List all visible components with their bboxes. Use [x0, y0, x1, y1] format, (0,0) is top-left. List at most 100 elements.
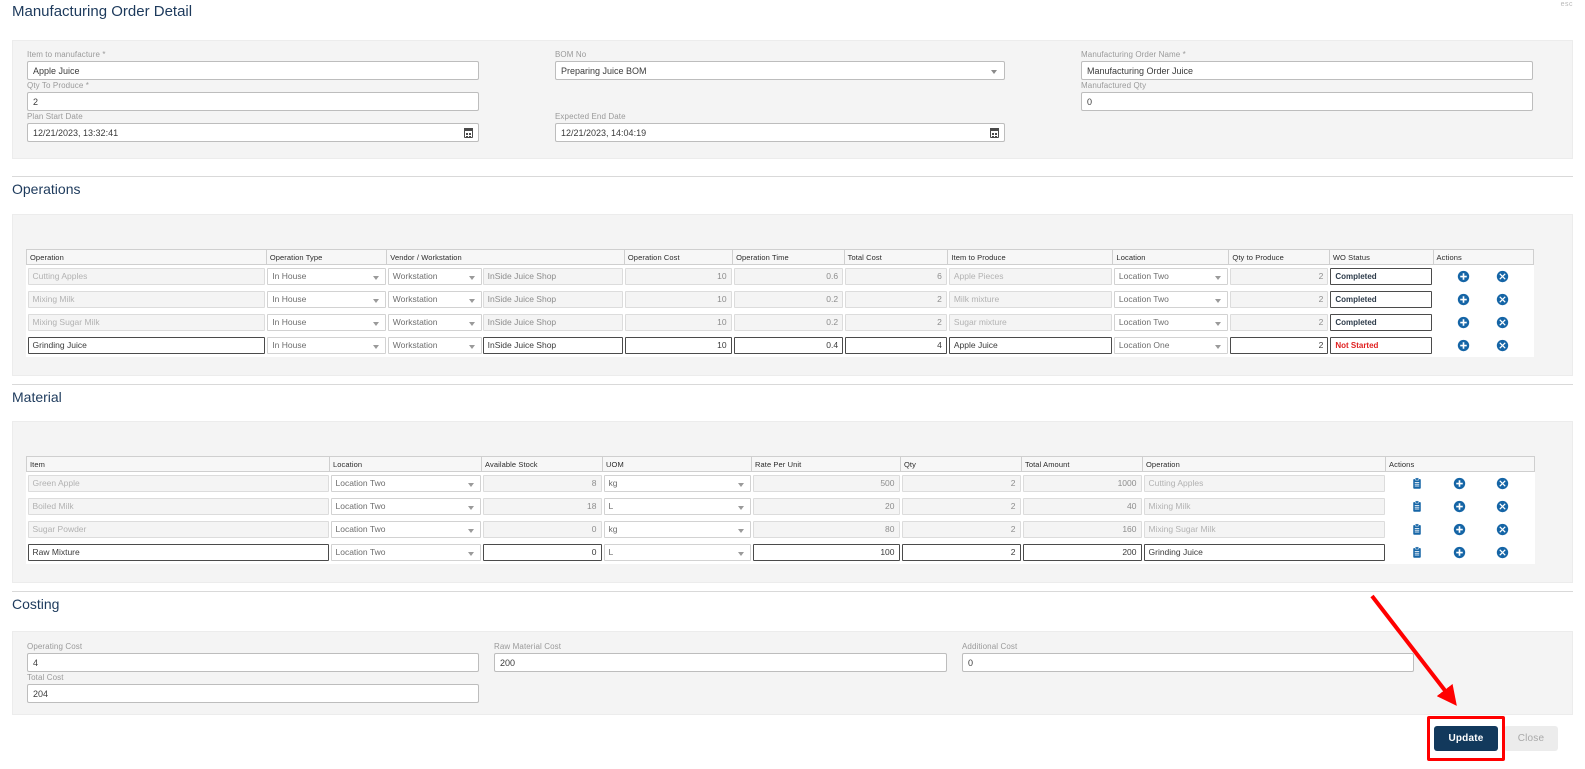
additional-cost-input[interactable]: 0	[962, 653, 1414, 672]
vendor-name-input[interactable]: InSide Juice Shop	[482, 313, 624, 331]
vendor-workstation-cell[interactable]: Workstation InSide Juice Shop	[387, 311, 625, 334]
calendar-icon[interactable]	[990, 128, 999, 138]
qty-input[interactable]: 2	[901, 495, 1022, 518]
total-cost-input[interactable]: 2	[844, 288, 948, 311]
total-cost-input[interactable]: 204	[27, 684, 479, 703]
rate-per-unit-input[interactable]: 100	[752, 541, 901, 564]
vendor-type-select[interactable]: Workstation	[387, 290, 482, 308]
remove-circle-icon[interactable]	[1496, 500, 1509, 513]
remove-circle-icon[interactable]	[1496, 523, 1509, 536]
clipboard-icon[interactable]	[1411, 523, 1424, 536]
total-amount-input[interactable]: 40	[1022, 495, 1143, 518]
total-amount-input[interactable]: 160	[1022, 518, 1143, 541]
vendor-workstation-cell[interactable]: Workstation InSide Juice Shop	[387, 288, 625, 311]
location-select[interactable]: Location Two	[1113, 265, 1229, 288]
close-button[interactable]: Close	[1504, 726, 1558, 751]
plan-start-date-input[interactable]: 12/21/2023, 13:32:41	[27, 123, 479, 142]
item-cell[interactable]: Sugar Powder	[27, 518, 330, 541]
operation-cost-input[interactable]: 10	[624, 334, 732, 357]
vendor-name-input[interactable]: InSide Juice Shop	[482, 290, 624, 308]
available-stock-input[interactable]: 18	[482, 495, 603, 518]
add-circle-icon[interactable]	[1457, 339, 1470, 352]
location-select[interactable]: Location Two	[1113, 311, 1229, 334]
add-circle-icon[interactable]	[1453, 500, 1466, 513]
clipboard-icon[interactable]	[1411, 500, 1424, 513]
operation-type-select[interactable]: In House	[266, 288, 386, 311]
remove-circle-icon[interactable]	[1496, 477, 1509, 490]
table-row[interactable]: Cutting Apples In House Workstation InSide …	[27, 265, 1534, 288]
update-button[interactable]: Update	[1434, 726, 1498, 751]
table-row[interactable]: Boiled Milk Location Two 18 L 20 2 40 Mixing Mi…	[27, 495, 1535, 518]
vendor-name-input[interactable]: InSide Juice Shop	[482, 267, 624, 285]
total-cost-input[interactable]: 4	[844, 334, 948, 357]
table-row[interactable]: Sugar Powder Location Two 0 kg 80 2 160 Mixing …	[27, 518, 1535, 541]
operation-cell[interactable]: Grinding Juice	[27, 334, 267, 357]
item-to-manufacture-input[interactable]: Apple Juice	[27, 61, 479, 80]
location-select[interactable]: Location One	[1113, 334, 1229, 357]
location-select[interactable]: Location Two	[330, 472, 482, 495]
vendor-type-select[interactable]: Workstation	[387, 336, 482, 354]
item-to-produce-input[interactable]: Apple Pieces	[948, 265, 1113, 288]
vendor-workstation-cell[interactable]: Workstation InSide Juice Shop	[387, 265, 625, 288]
operation-cell[interactable]: Mixing Milk	[1143, 495, 1386, 518]
clipboard-icon[interactable]	[1411, 546, 1424, 559]
operation-cell[interactable]: Mixing Sugar Milk	[1143, 518, 1386, 541]
qty-to-produce-input[interactable]: 2	[1229, 311, 1329, 334]
raw-material-cost-input[interactable]: 200	[494, 653, 947, 672]
uom-select[interactable]: kg	[603, 472, 752, 495]
location-select[interactable]: Location Two	[330, 518, 482, 541]
add-circle-icon[interactable]	[1457, 270, 1470, 283]
qty-input[interactable]: 2	[901, 518, 1022, 541]
total-cost-input[interactable]: 2	[844, 311, 948, 334]
add-circle-icon[interactable]	[1453, 546, 1466, 559]
vendor-workstation-cell[interactable]: Workstation InSide Juice Shop	[387, 334, 625, 357]
rate-per-unit-input[interactable]: 80	[752, 518, 901, 541]
calendar-icon[interactable]	[464, 128, 473, 138]
uom-select[interactable]: kg	[603, 518, 752, 541]
qty-to-produce-input[interactable]: 2	[1229, 334, 1329, 357]
table-row[interactable]: Mixing Milk In House Workstation InSide Jui…	[27, 288, 1534, 311]
uom-select[interactable]: L	[603, 541, 752, 564]
table-row[interactable]: Raw Mixture Location Two 0 L 100 2 200 Grinding…	[27, 541, 1535, 564]
bom-no-select[interactable]: Preparing Juice BOM	[555, 61, 1005, 80]
operation-time-input[interactable]: 0.6	[733, 265, 845, 288]
available-stock-input[interactable]: 0	[482, 518, 603, 541]
item-to-produce-input[interactable]: Milk mixture	[948, 288, 1113, 311]
operating-cost-input[interactable]: 4	[27, 653, 479, 672]
add-circle-icon[interactable]	[1457, 293, 1470, 306]
operation-type-select[interactable]: In House	[266, 311, 386, 334]
remove-circle-icon[interactable]	[1496, 270, 1509, 283]
qty-input[interactable]: 2	[901, 541, 1022, 564]
expected-end-date-input[interactable]: 12/21/2023, 14:04:19	[555, 123, 1005, 142]
uom-select[interactable]: L	[603, 495, 752, 518]
item-cell[interactable]: Boiled Milk	[27, 495, 330, 518]
rate-per-unit-input[interactable]: 20	[752, 495, 901, 518]
remove-circle-icon[interactable]	[1496, 546, 1509, 559]
operation-cost-input[interactable]: 10	[624, 311, 732, 334]
item-to-produce-input[interactable]: Apple Juice	[948, 334, 1113, 357]
operation-time-input[interactable]: 0.4	[733, 334, 845, 357]
rate-per-unit-input[interactable]: 500	[752, 472, 901, 495]
manufacturing-order-name-input[interactable]: Manufacturing Order Juice	[1081, 61, 1533, 80]
operation-cell[interactable]: Cutting Apples	[27, 265, 267, 288]
operation-cell[interactable]: Cutting Apples	[1143, 472, 1386, 495]
location-select[interactable]: Location Two	[330, 495, 482, 518]
manufactured-qty-input[interactable]: 0	[1081, 92, 1533, 111]
operation-cost-input[interactable]: 10	[624, 288, 732, 311]
available-stock-input[interactable]: 8	[482, 472, 603, 495]
qty-to-produce-input[interactable]: 2	[27, 92, 479, 111]
location-select[interactable]: Location Two	[1113, 288, 1229, 311]
qty-to-produce-input[interactable]: 2	[1229, 265, 1329, 288]
item-to-produce-input[interactable]: Sugar mixture	[948, 311, 1113, 334]
remove-circle-icon[interactable]	[1496, 339, 1509, 352]
vendor-type-select[interactable]: Workstation	[387, 267, 482, 285]
table-row[interactable]: Mixing Sugar Milk In House Workstation InSi…	[27, 311, 1534, 334]
total-cost-input[interactable]: 6	[844, 265, 948, 288]
total-amount-input[interactable]: 200	[1022, 541, 1143, 564]
table-row[interactable]: Grinding Juice In House Workstation InSide …	[27, 334, 1534, 357]
operation-type-select[interactable]: In House	[266, 334, 386, 357]
vendor-name-input[interactable]: InSide Juice Shop	[482, 336, 624, 354]
operation-type-select[interactable]: In House	[266, 265, 386, 288]
add-circle-icon[interactable]	[1457, 316, 1470, 329]
table-row[interactable]: Green Apple Location Two 8 kg 500 2 1000 Cuttin…	[27, 472, 1535, 495]
